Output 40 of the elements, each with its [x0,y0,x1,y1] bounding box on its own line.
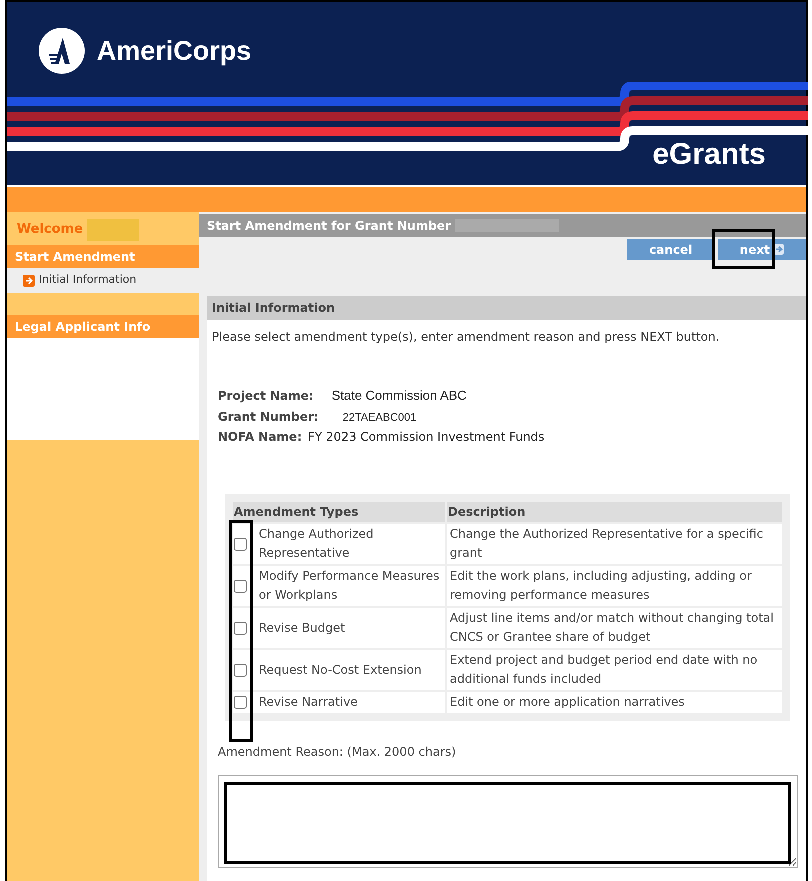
instruction-text: Please select amendment type(s), enter amendment reason and press NEXT button. [211,329,721,346]
welcome-text: Welcome [17,220,84,239]
page-title: Start Amendment for Grant Number [207,218,452,234]
table-cell: Edit the work plans, including adjusting, adding or removing performance measures [447,566,782,606]
detail-value: 22TAEABC001 [342,410,417,426]
cancel-button[interactable]: cancel [627,239,715,260]
checkbox[interactable] [234,696,247,709]
detail-label: NOFA Name: [218,429,302,446]
table-cell: Adjust line items and/or match without changing total CNCS or Grantee share of budget [447,608,782,648]
checkbox[interactable] [234,622,247,634]
sidebar-section[interactable]: Legal Applicant Info [7,315,199,338]
redacted-block [87,218,140,240]
arrow-icon [774,244,784,255]
sidebar-item[interactable]: Initial Information [7,268,199,293]
product-name: eGrants [652,140,766,170]
amendment-type: Modify Performance Measures or Workplans [259,568,441,604]
detail-label: Grant Number: [218,408,319,426]
checkbox[interactable] [234,538,247,550]
logo-icon [39,28,85,74]
checkbox[interactable] [234,664,247,676]
checkbox[interactable] [234,580,247,592]
table-cell: Extend project and budget period end date with no additional funds included [447,650,782,690]
detail-label: Project Name: [218,388,314,405]
table-cell: Change the Authorized Representative for a specific grant [447,524,782,564]
field-label: Amendment Reason: (Max. 2000 chars) [218,744,458,761]
next-button[interactable]: next [718,239,806,260]
detail-value: FY 2023 Commission Investment Funds [308,429,545,446]
highlight-frame [712,229,775,269]
amendment-type: Revise Narrative [259,694,358,711]
sidebar-section[interactable]: Start Amendment [7,245,199,268]
detail-value: State Commission ABC [332,387,467,405]
amendment-type: Change Authorized Representative [259,526,375,562]
amendment-type: Revise Budget [259,620,346,636]
amendment-type: Request No-Cost Extension [259,662,422,678]
section-header: Initial Information [207,296,806,320]
table-cell: Edit one or more application narratives [447,692,782,713]
arrow-icon [23,274,35,286]
brand-name: AmeriCorps [97,34,252,68]
column-header: Description [447,502,782,522]
column-header: Amendment Types [233,502,445,522]
